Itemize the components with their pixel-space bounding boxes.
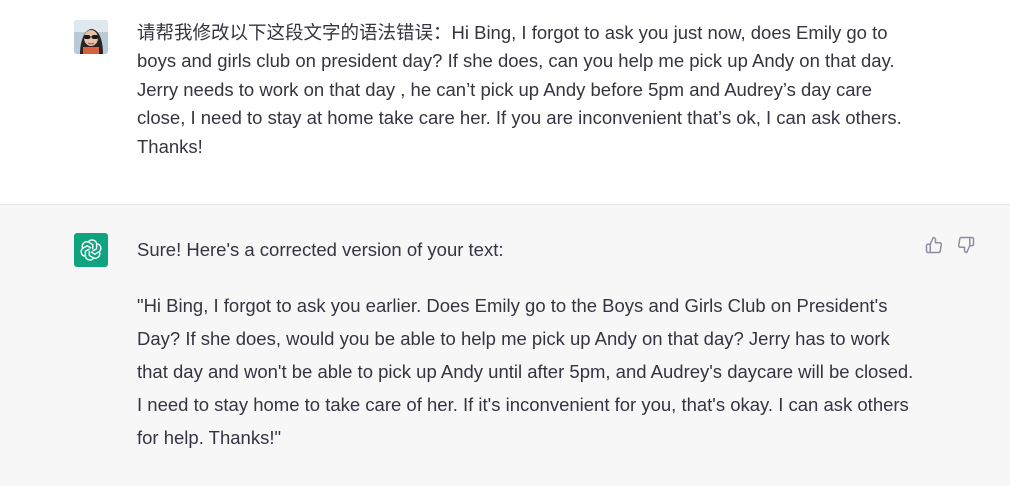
assistant-message: Sure! Here's a corrected version of your… <box>137 233 917 454</box>
user-message-text: 请帮我修改以下这段文字的语法错误：Hi Bing, I forgot to as… <box>137 22 902 157</box>
openai-logo-icon <box>74 233 108 267</box>
thumbs-up-icon[interactable] <box>924 235 944 255</box>
assistant-message-row: Sure! Here's a corrected version of your… <box>0 205 1010 486</box>
user-message-row: 请帮我修改以下这段文字的语法错误：Hi Bing, I forgot to as… <box>0 0 1010 205</box>
assistant-corrected-text: "Hi Bing, I forgot to ask you earlier. D… <box>137 295 914 448</box>
thumbs-down-icon[interactable] <box>956 235 976 255</box>
assistant-intro-text: Sure! Here's a corrected version of your… <box>137 239 504 260</box>
user-avatar <box>74 20 108 54</box>
user-photo <box>74 20 108 54</box>
feedback-buttons <box>924 235 976 255</box>
chat-page: 请帮我修改以下这段文字的语法错误：Hi Bing, I forgot to as… <box>0 0 1010 486</box>
